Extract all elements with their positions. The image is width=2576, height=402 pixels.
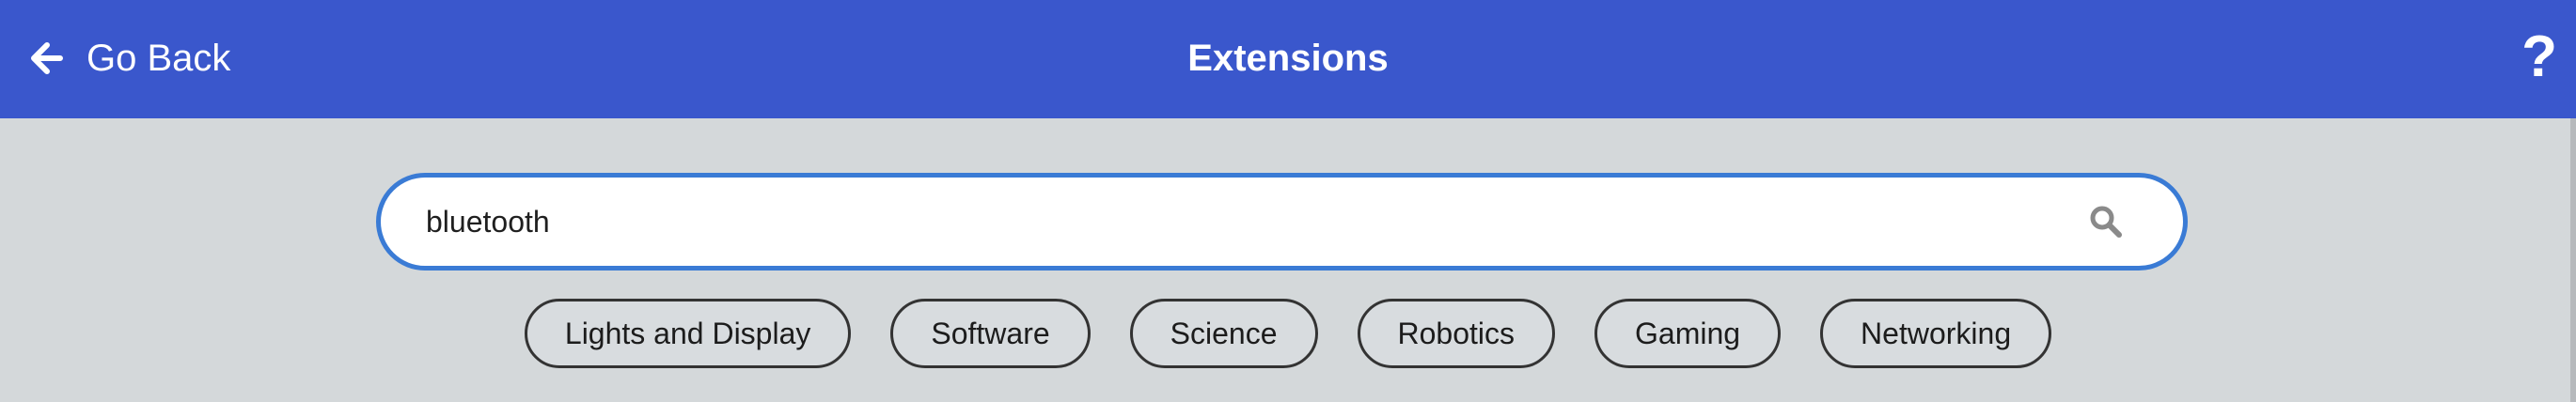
- tag-networking[interactable]: Networking: [1820, 299, 2052, 368]
- tag-science[interactable]: Science: [1129, 299, 1318, 368]
- tag-robotics[interactable]: Robotics: [1357, 299, 1555, 368]
- search-input[interactable]: [426, 178, 2024, 266]
- header-bar: Go Back Extensions ?: [0, 0, 2576, 118]
- scrollbar-track[interactable]: [2570, 118, 2576, 402]
- tag-lights-and-display[interactable]: Lights and Display: [524, 299, 852, 368]
- tag-gaming[interactable]: Gaming: [1594, 299, 1782, 368]
- help-button[interactable]: ?: [2521, 28, 2557, 86]
- search-icon[interactable]: [2089, 205, 2123, 239]
- category-tags: Lights and Display Software Science Robo…: [0, 299, 2576, 368]
- search-bar: [376, 173, 2188, 271]
- page-title: Extensions: [1187, 38, 1389, 79]
- tag-software[interactable]: Software: [890, 299, 1091, 368]
